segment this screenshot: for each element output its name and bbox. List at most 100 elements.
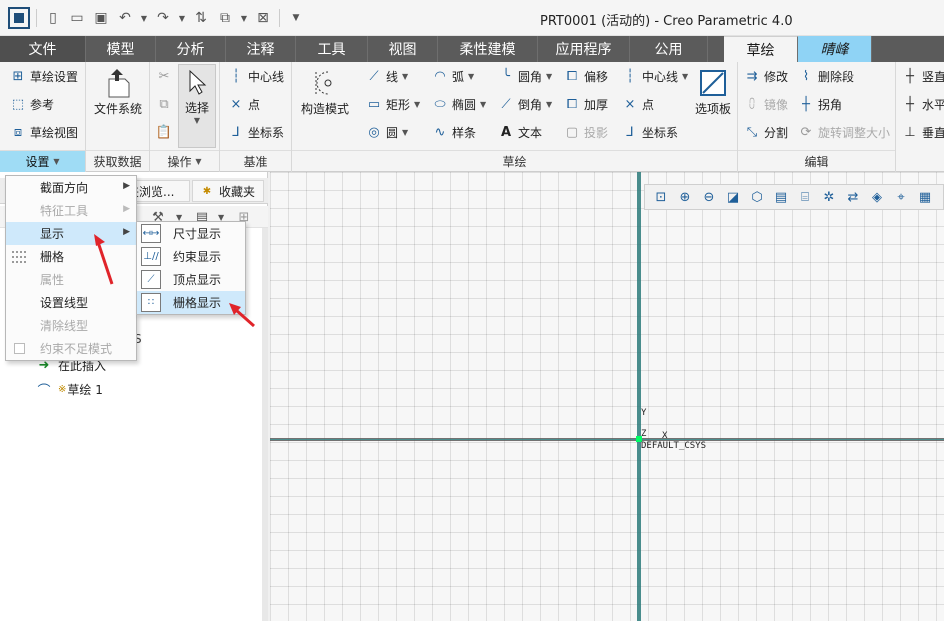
vertex-display-icon: ⟋ — [141, 270, 161, 289]
references-button[interactable]: ⬚ 参考 — [10, 94, 54, 114]
construction-mode-button[interactable]: 构造模式 — [296, 66, 354, 117]
redo-icon[interactable]: ↷ — [153, 8, 173, 28]
divide-button[interactable]: ⤡ 分割 — [744, 122, 788, 142]
chamfer-button[interactable]: ⟋ 倒角 ▼ — [498, 94, 552, 114]
sketcher-display-icon[interactable]: ▦ — [915, 187, 935, 207]
undo-dropdown-icon[interactable]: ▼ — [139, 8, 149, 28]
tab-qingfeng[interactable]: 晴峰 — [798, 36, 872, 62]
app-logo-icon[interactable] — [8, 7, 30, 29]
tab-applications[interactable]: 应用程序 — [538, 36, 630, 62]
new-file-icon[interactable]: ▯ — [43, 8, 63, 28]
menu-item-section-orientation[interactable]: 截面方向 ▶ — [6, 176, 136, 199]
tab-common[interactable]: 公用 — [630, 36, 708, 62]
tab-annotate[interactable]: 注释 — [226, 36, 296, 62]
spin-center-icon[interactable]: ◈ — [867, 187, 887, 207]
tab-file[interactable]: 文件 — [0, 36, 86, 62]
menu-item-grid-display[interactable]: ∷ 栅格显示 — [137, 291, 245, 314]
chevron-down-icon: ▼ — [468, 71, 475, 81]
menu-item-feature-tools[interactable]: 特征工具 ▶ — [6, 199, 136, 222]
zoom-out-icon[interactable]: ⊖ — [699, 187, 719, 207]
checkbox[interactable] — [14, 343, 25, 354]
offset-icon: ⧠ — [566, 68, 578, 84]
text-button[interactable]: A 文本 — [498, 122, 542, 142]
spline-button[interactable]: ∿ 样条 — [432, 122, 476, 142]
horizontal-constraint-button[interactable]: ┼ 水平 — [902, 94, 944, 114]
view-manager-icon[interactable]: ⌸ — [795, 187, 815, 207]
corner-icon: ┼ — [802, 96, 810, 112]
csys-x-label: X — [662, 431, 668, 441]
menu-item-display[interactable]: 显示 ▶ — [6, 222, 136, 245]
circle-button[interactable]: ◎ 圆 ▼ — [366, 122, 408, 142]
customize-qat-icon[interactable]: ▼ — [286, 8, 306, 28]
datum-display-icon[interactable]: ✲ — [819, 187, 839, 207]
windows-dropdown-icon[interactable]: ▼ — [239, 8, 249, 28]
saved-orientations-icon[interactable]: ▤ — [771, 187, 791, 207]
sketch-centerline-button[interactable]: ┆ 中心线 ▼ — [622, 66, 688, 86]
menu-item-dimension-display[interactable]: ↤↦ 尺寸显示 — [137, 222, 245, 245]
select-button[interactable]: 选择 ▼ — [178, 64, 216, 148]
delete-segment-button[interactable]: ⌇ 删除段 — [798, 66, 854, 86]
tab-tools[interactable]: 工具 — [296, 36, 368, 62]
palette-button[interactable]: 选项板 — [690, 66, 736, 117]
tab-favorites[interactable]: ✱ 收藏夹 — [192, 180, 264, 202]
repaint-icon[interactable]: ◪ — [723, 187, 743, 207]
menu-item-constraint-display[interactable]: ⊥//约束显示 — [137, 245, 245, 268]
fillet-button[interactable]: ╰ 圆角 ▼ — [498, 66, 552, 86]
rotate-resize-button[interactable]: ⟳ 旋转调整大小 — [798, 122, 890, 142]
mirror-button[interactable]: ⩇ 镜像 — [744, 94, 788, 114]
save-icon[interactable]: ▣ — [91, 8, 111, 28]
setup-group-button[interactable]: 设置 ▼ — [0, 150, 85, 172]
ellipse-button[interactable]: ⬭ 椭圆 ▼ — [432, 94, 486, 114]
cursor-arrow-icon — [180, 65, 214, 99]
offset-button[interactable]: ⧠ 偏移 — [564, 66, 608, 86]
corner-button[interactable]: ┼ 拐角 — [798, 94, 842, 114]
redo-dropdown-icon[interactable]: ▼ — [177, 8, 187, 28]
coordinate-system-icon: ⅃ — [626, 124, 634, 140]
operations-group-button[interactable]: 操作 ▼ — [150, 150, 219, 172]
menu-item-vertex-display[interactable]: ⟋ 顶点显示 — [137, 268, 245, 291]
chevron-down-icon: ▼ — [546, 71, 553, 81]
zoom-in-icon[interactable]: ⊕ — [675, 187, 695, 207]
rectangle-button[interactable]: ▭ 矩形 ▼ — [366, 94, 420, 114]
menu-item-set-linestyle[interactable]: 设置线型 — [6, 291, 136, 314]
datum-csys-button[interactable]: ⅃ 坐标系 — [228, 122, 284, 142]
datum-point-button[interactable]: × 点 — [228, 94, 260, 114]
thicken-button[interactable]: ⧠ 加厚 — [564, 94, 608, 114]
annotation-display-icon[interactable]: ⇄ — [843, 187, 863, 207]
menu-item-underconstrained-mode[interactable]: 约束不足模式 — [6, 337, 136, 360]
windows-icon[interactable]: ⧉ — [215, 8, 235, 28]
tab-sketch[interactable]: 草绘 — [724, 36, 798, 62]
regenerate-icon[interactable]: ⇅ — [191, 8, 211, 28]
menu-item-grid[interactable]: 栅格 — [6, 245, 136, 268]
sketch-view-button[interactable]: ⧈ 草绘视图 — [10, 122, 78, 142]
graphics-area[interactable] — [270, 172, 944, 621]
menu-item-properties[interactable]: 属性 — [6, 268, 136, 291]
display-style-icon[interactable]: ⬡ — [747, 187, 767, 207]
project-button[interactable]: ▢ 投影 — [564, 122, 608, 142]
sketch-csys-button[interactable]: ⅃ 坐标系 — [622, 122, 678, 142]
tab-view[interactable]: 视图 — [368, 36, 438, 62]
line-button[interactable]: ⟋ 线 ▼ — [366, 66, 408, 86]
sketch-view-toolbar-icon[interactable]: ⌖ — [891, 187, 911, 207]
sketch-point-button[interactable]: × 点 — [622, 94, 654, 114]
datum-centerline-button[interactable]: ┆ 中心线 — [228, 66, 284, 86]
menu-item-clear-linestyle[interactable]: 清除线型 — [6, 314, 136, 337]
close-window-icon[interactable]: ⊠ — [253, 8, 273, 28]
paste-button[interactable]: 📋 — [156, 122, 172, 142]
cut-button[interactable]: ✂ — [156, 66, 172, 86]
open-folder-icon[interactable]: ▭ — [67, 8, 87, 28]
modify-button[interactable]: ⇉ 修改 — [744, 66, 788, 86]
tree-item-sketch-1[interactable]: ⌒ ※ 草绘 1 — [36, 380, 102, 399]
tab-model[interactable]: 模型 — [86, 36, 156, 62]
refit-icon[interactable]: ⊡ — [651, 187, 671, 207]
sketch-setup-button[interactable]: ⊞ 草绘设置 — [10, 66, 78, 86]
undo-icon[interactable]: ↶ — [115, 8, 135, 28]
perpendicular-constraint-button[interactable]: ⊥ 垂直 — [902, 122, 944, 142]
panel-scrollbar[interactable] — [262, 228, 268, 621]
tab-analysis[interactable]: 分析 — [156, 36, 226, 62]
copy-button[interactable]: ⧉ — [156, 94, 172, 114]
arc-button[interactable]: ◠ 弧 ▼ — [432, 66, 474, 86]
file-system-button[interactable]: 文件系统 — [92, 66, 144, 117]
vertical-constraint-button[interactable]: ┼ 竖直 — [902, 66, 944, 86]
tab-flexible-modeling[interactable]: 柔性建模 — [438, 36, 538, 62]
